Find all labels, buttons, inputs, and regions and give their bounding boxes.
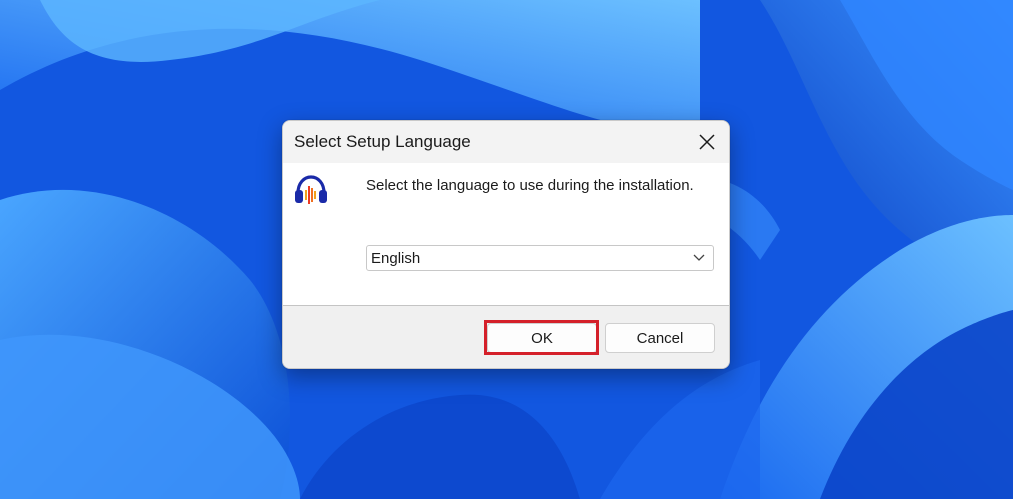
dialog-content: Select the language to use during the in… xyxy=(283,163,729,305)
audacity-headphones-icon xyxy=(295,175,327,204)
close-button[interactable] xyxy=(691,126,723,158)
dialog-title: Select Setup Language xyxy=(294,132,471,151)
setup-language-dialog: Select Setup Language Select the languag… xyxy=(282,120,730,369)
chevron-down-icon xyxy=(693,254,705,261)
close-icon xyxy=(699,134,715,150)
cancel-button[interactable]: Cancel xyxy=(605,323,715,353)
ok-button[interactable]: OK xyxy=(487,323,597,353)
dialog-titlebar[interactable]: Select Setup Language xyxy=(283,121,729,163)
language-select-value: English xyxy=(371,250,421,267)
language-select[interactable]: English xyxy=(366,245,714,271)
dialog-footer: OK Cancel xyxy=(283,305,729,368)
dialog-prompt: Select the language to use during the in… xyxy=(366,177,694,194)
